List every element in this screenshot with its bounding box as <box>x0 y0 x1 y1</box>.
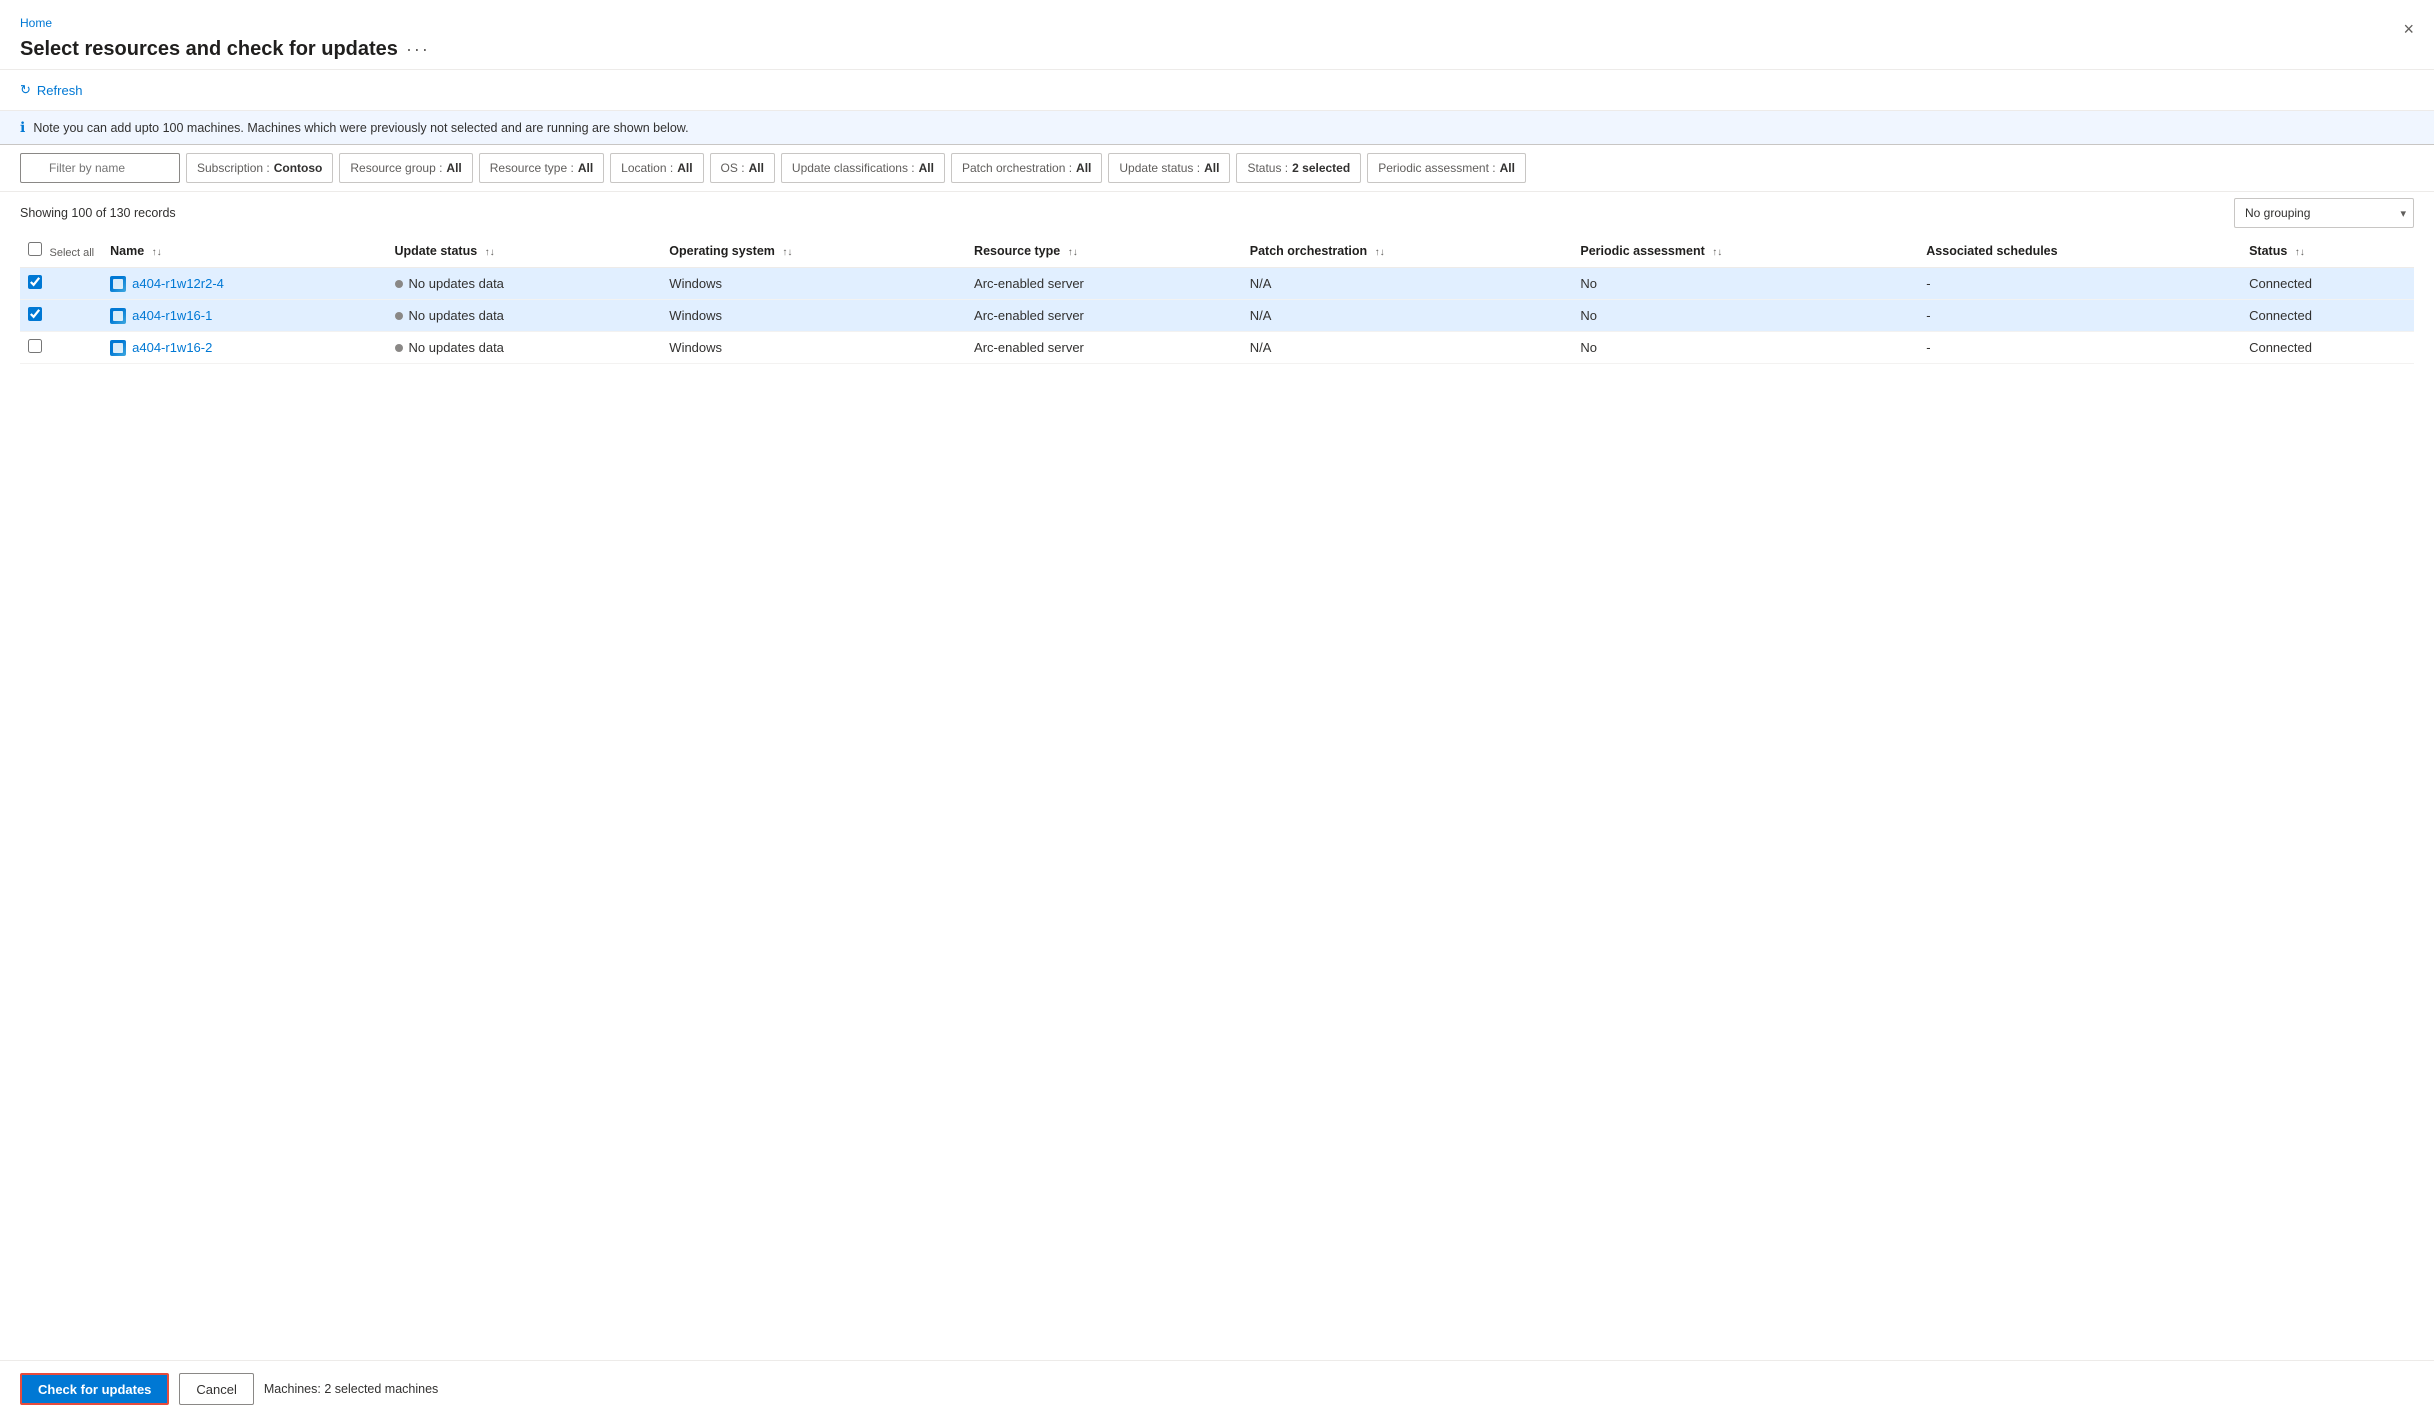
row-associated-schedules-0: - <box>1918 268 2241 300</box>
table-row: a404-r1w16-1 No updates data Windows Arc… <box>20 300 2414 332</box>
select-all-checkbox[interactable] <box>28 242 42 256</box>
row-status-0: Connected <box>2241 268 2414 300</box>
row-resource-type-2: Arc-enabled server <box>966 332 1242 364</box>
row-name-link-1[interactable]: a404-r1w16-1 <box>132 308 212 323</box>
row-name-0: a404-r1w12r2-4 <box>102 268 386 300</box>
dialog-header: Home Select resources and check for upda… <box>0 0 2434 70</box>
sort-icon-name: ↑↓ <box>152 247 162 258</box>
col-header-resource-type[interactable]: Resource type ↑↓ <box>966 234 1242 268</box>
info-icon: ℹ <box>20 119 25 136</box>
table-row: a404-r1w16-2 No updates data Windows Arc… <box>20 332 2414 364</box>
filter-chip-update-status[interactable]: Update status : All <box>1108 153 1230 183</box>
check-updates-button[interactable]: Check for updates <box>20 1373 169 1405</box>
dialog-container: Home Select resources and check for upda… <box>0 0 2434 1417</box>
row-periodic-assessment-2: No <box>1572 332 1918 364</box>
row-status-2: Connected <box>2241 332 2414 364</box>
filter-chip-resource-type[interactable]: Resource type : All <box>479 153 604 183</box>
row-checkbox-cell-2[interactable] <box>20 332 102 364</box>
filter-chip-location[interactable]: Location : All <box>610 153 703 183</box>
update-status-dot-0 <box>395 280 403 288</box>
resources-table: Select all Name ↑↓ Update status ↑↓ Oper… <box>20 234 2414 364</box>
close-button[interactable]: × <box>2399 16 2418 42</box>
dialog-options-dots[interactable]: ··· <box>406 39 430 60</box>
update-status-dot-1 <box>395 312 403 320</box>
table-header-row: Select all Name ↑↓ Update status ↑↓ Oper… <box>20 234 2414 268</box>
sort-icon-patch-orchestration: ↑↓ <box>1375 247 1385 258</box>
row-os-1: Windows <box>661 300 966 332</box>
table-container: Select all Name ↑↓ Update status ↑↓ Oper… <box>0 234 2434 1360</box>
col-header-name[interactable]: Name ↑↓ <box>102 234 386 268</box>
breadcrumb[interactable]: Home <box>20 16 2414 30</box>
col-header-operating-system[interactable]: Operating system ↑↓ <box>661 234 966 268</box>
row-associated-schedules-2: - <box>1918 332 2241 364</box>
row-update-status-2: No updates data <box>387 332 662 364</box>
filter-chip-update-classifications[interactable]: Update classifications : All <box>781 153 945 183</box>
select-all-label: Select all <box>49 247 94 259</box>
row-resource-type-0: Arc-enabled server <box>966 268 1242 300</box>
row-name-link-0[interactable]: a404-r1w12r2-4 <box>132 276 224 291</box>
resource-icon-2 <box>110 340 126 356</box>
footer-machines-info: Machines: 2 selected machines <box>264 1382 438 1396</box>
search-input[interactable] <box>20 153 180 183</box>
row-os-0: Windows <box>661 268 966 300</box>
row-periodic-assessment-0: No <box>1572 268 1918 300</box>
records-row: Showing 100 of 130 records No grouping R… <box>0 192 2434 234</box>
row-patch-orchestration-1: N/A <box>1242 300 1573 332</box>
records-count: Showing 100 of 130 records <box>20 206 176 220</box>
filter-chip-periodic-assessment[interactable]: Periodic assessment : All <box>1367 153 1526 183</box>
footer: Check for updates Cancel Machines: 2 sel… <box>0 1360 2434 1417</box>
filter-chip-os[interactable]: OS : All <box>710 153 775 183</box>
grouping-wrap: No grouping Resource group Operating sys… <box>2234 198 2414 228</box>
filter-chip-subscription[interactable]: Subscription : Contoso <box>186 153 333 183</box>
select-all-header: Select all <box>20 234 102 268</box>
info-message: Note you can add upto 100 machines. Mach… <box>33 121 688 135</box>
row-associated-schedules-1: - <box>1918 300 2241 332</box>
dialog-title: Select resources and check for updates <box>20 38 398 61</box>
col-header-associated-schedules: Associated schedules <box>1918 234 2241 268</box>
refresh-icon: ↻ <box>20 82 31 98</box>
resource-icon-1 <box>110 308 126 324</box>
row-update-status-1: No updates data <box>387 300 662 332</box>
row-name-2: a404-r1w16-2 <box>102 332 386 364</box>
row-checkbox-0[interactable] <box>28 275 42 289</box>
col-header-periodic-assessment[interactable]: Periodic assessment ↑↓ <box>1572 234 1918 268</box>
row-name-link-2[interactable]: a404-r1w16-2 <box>132 340 212 355</box>
row-os-2: Windows <box>661 332 966 364</box>
row-status-1: Connected <box>2241 300 2414 332</box>
col-header-status[interactable]: Status ↑↓ <box>2241 234 2414 268</box>
row-update-status-0: No updates data <box>387 268 662 300</box>
row-name-1: a404-r1w16-1 <box>102 300 386 332</box>
table-row: a404-r1w12r2-4 No updates data Windows A… <box>20 268 2414 300</box>
row-resource-type-1: Arc-enabled server <box>966 300 1242 332</box>
sort-icon-periodic-assessment: ↑↓ <box>1712 247 1722 258</box>
row-periodic-assessment-1: No <box>1572 300 1918 332</box>
grouping-dropdown[interactable]: No grouping Resource group Operating sys… <box>2234 198 2414 228</box>
row-checkbox-cell-0[interactable] <box>20 268 102 300</box>
info-bar: ℹ Note you can add upto 100 machines. Ma… <box>0 111 2434 145</box>
filter-chip-status[interactable]: Status : 2 selected <box>1236 153 1361 183</box>
sort-icon-operating-system: ↑↓ <box>782 247 792 258</box>
filter-chip-patch-orchestration[interactable]: Patch orchestration : All <box>951 153 1102 183</box>
col-header-patch-orchestration[interactable]: Patch orchestration ↑↓ <box>1242 234 1573 268</box>
toolbar: ↻ Refresh <box>0 70 2434 111</box>
filters-row: 🔍 Subscription : Contoso Resource group … <box>0 145 2434 192</box>
update-status-dot-2 <box>395 344 403 352</box>
sort-icon-update-status: ↑↓ <box>485 247 495 258</box>
resource-icon-0 <box>110 276 126 292</box>
row-checkbox-cell-1[interactable] <box>20 300 102 332</box>
row-patch-orchestration-2: N/A <box>1242 332 1573 364</box>
sort-icon-resource-type: ↑↓ <box>1068 247 1078 258</box>
row-checkbox-2[interactable] <box>28 339 42 353</box>
filter-chip-resource-group[interactable]: Resource group : All <box>339 153 472 183</box>
search-wrap: 🔍 <box>20 153 180 183</box>
col-header-update-status[interactable]: Update status ↑↓ <box>387 234 662 268</box>
row-patch-orchestration-0: N/A <box>1242 268 1573 300</box>
refresh-button[interactable]: ↻ Refresh <box>20 78 82 102</box>
row-checkbox-1[interactable] <box>28 307 42 321</box>
cancel-button[interactable]: Cancel <box>179 1373 253 1405</box>
sort-icon-status: ↑↓ <box>2295 247 2305 258</box>
